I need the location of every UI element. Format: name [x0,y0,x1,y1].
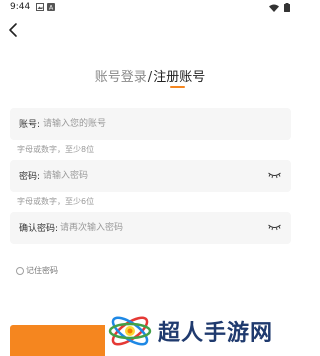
eye-closed-icon[interactable] [268,223,281,232]
account-field[interactable]: 账号: [10,108,291,140]
password-label: 密码: [19,172,41,182]
notification-icons: A [36,3,55,11]
wifi-icon [269,4,279,12]
watermark-logo: 超人手游网 [108,303,300,356]
status-bar: 9:44 A [0,0,300,14]
back-button[interactable] [7,22,21,38]
chevron-left-icon [9,23,17,37]
confirm-password-label: 确认密码: [19,224,59,234]
tab-separator: / [147,70,153,85]
image-notification-icon [36,3,44,11]
atom-logo-icon [108,316,152,346]
tab-login[interactable]: 账号登录 [95,70,147,85]
status-time: 9:44 [10,2,31,12]
watermark-text: 超人手游网 [158,321,274,346]
auth-tabs: 账号登录/注册账号 [0,66,300,85]
app-notification-icon: A [47,3,55,11]
active-tab-indicator [170,86,185,88]
register-submit-button[interactable] [10,325,105,356]
account-label: 账号: [19,120,41,130]
account-input[interactable] [43,114,273,134]
confirm-password-input[interactable] [60,218,260,238]
account-hint: 字母或数字，至少8位 [17,145,95,154]
system-icons [269,3,290,12]
remember-password-option[interactable]: 记住密码 [16,265,58,276]
eye-closed-icon[interactable] [268,171,281,180]
confirm-password-field[interactable]: 确认密码: [10,212,291,244]
password-input[interactable] [43,166,258,186]
remember-password-label: 记住密码 [26,266,58,275]
battery-icon [284,3,290,12]
password-hint: 字母或数字，至少6位 [17,197,95,206]
password-field[interactable]: 密码: [10,160,291,192]
tab-register[interactable]: 注册账号 [153,70,205,85]
remember-password-radio[interactable] [16,266,24,275]
